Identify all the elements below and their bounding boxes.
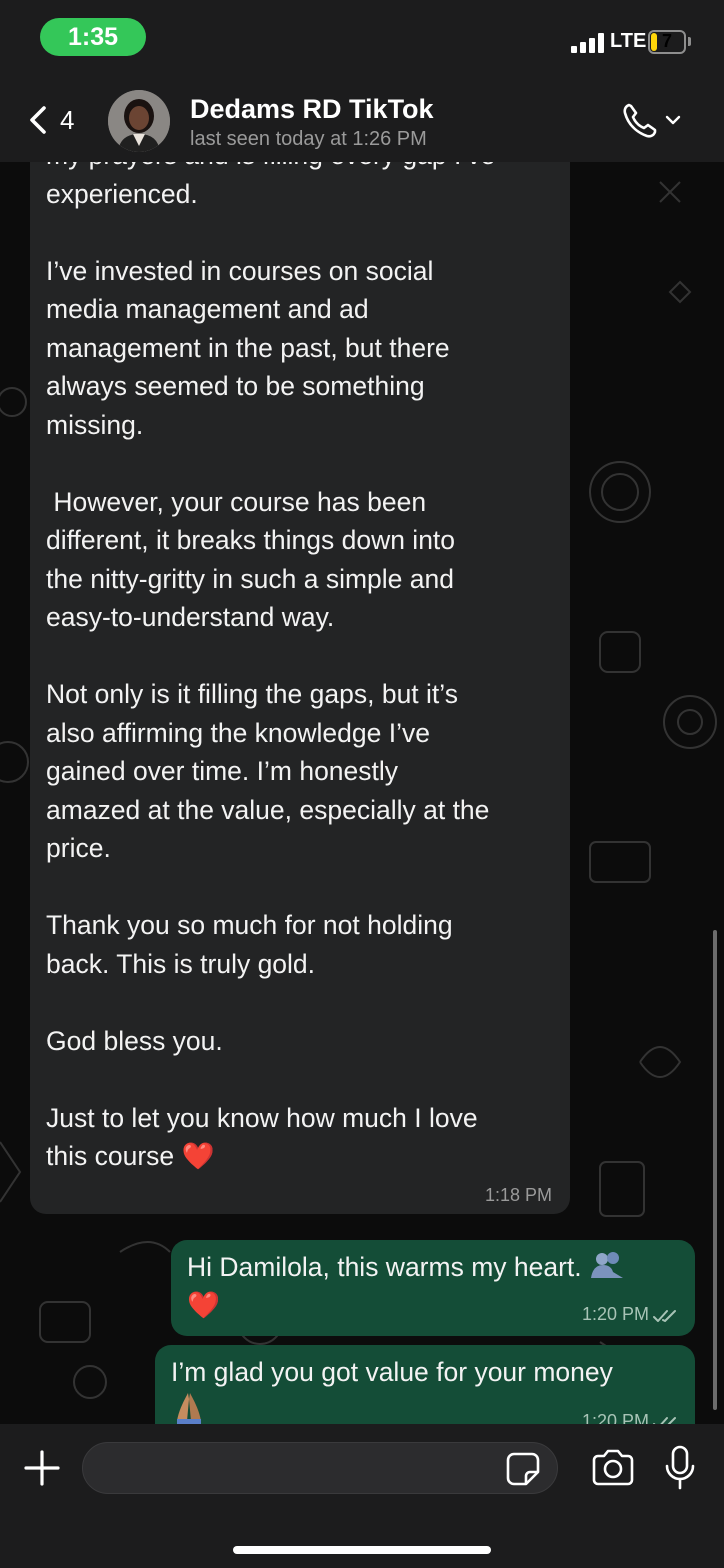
unread-count: 4 xyxy=(60,105,75,135)
message-text-field[interactable] xyxy=(82,1442,558,1494)
call-button[interactable] xyxy=(620,100,690,142)
contact-name[interactable]: Dedams RD TikTok xyxy=(190,94,434,125)
cellular-signal-icon xyxy=(571,33,607,53)
status-time: 1:35 xyxy=(40,18,146,56)
avatar[interactable] xyxy=(108,90,170,152)
message-body: my prayers and is filling every gap I’ve… xyxy=(46,162,495,1171)
camera-icon[interactable] xyxy=(590,1448,636,1488)
back-button[interactable]: 4 xyxy=(18,98,88,142)
chevron-down-icon xyxy=(665,115,681,125)
message-timestamp: 1:20 PM xyxy=(581,1411,649,1424)
people-hugging-emoji xyxy=(591,1252,624,1278)
last-seen-status: last seen today at 1:26 PM xyxy=(190,128,427,150)
outgoing-message-bubble[interactable]: I’m glad you got value for your money 1:… xyxy=(155,1345,695,1424)
home-indicator[interactable] xyxy=(233,1546,491,1554)
folded-hands-emoji xyxy=(177,1393,201,1424)
battery-icon: 7 xyxy=(648,30,686,54)
message-timestamp: 1:18 PM xyxy=(484,1185,552,1205)
message-text: my prayers and is filling every gap I’ve… xyxy=(46,162,558,1177)
message-text: Hi Damilola, this warms my heart. ❤️ xyxy=(187,1248,625,1325)
message-timestamp: 1:20 PM xyxy=(581,1304,649,1324)
plus-icon[interactable] xyxy=(22,1448,62,1488)
chevron-left-icon xyxy=(30,106,46,134)
network-type: LTE xyxy=(610,30,647,52)
battery-percent: 7 xyxy=(661,31,672,51)
scrollbar[interactable] xyxy=(713,930,717,1410)
double-check-read-icon xyxy=(653,1417,676,1424)
battery-tip xyxy=(688,37,691,46)
avatar-photo xyxy=(108,90,170,152)
outgoing-message-bubble[interactable]: Hi Damilola, this warms my heart. ❤️ 1:2… xyxy=(171,1240,695,1336)
sticker-icon[interactable] xyxy=(504,1450,542,1488)
status-bar: 1:35 LTE 7 xyxy=(0,0,724,78)
double-check-read-icon xyxy=(653,1310,676,1322)
message-text: I’m glad you got value for your money xyxy=(171,1353,613,1424)
heart-emoji: ❤️ xyxy=(181,1141,215,1172)
chat-header: 4 Dedams RD TikTok last seen today at 1:… xyxy=(0,78,724,163)
incoming-message-bubble[interactable]: my prayers and is filling every gap I’ve… xyxy=(30,162,570,1214)
chat-messages-area[interactable]: my prayers and is filling every gap I’ve… xyxy=(0,162,724,1424)
message-body: Hi Damilola, this warms my heart. xyxy=(187,1252,582,1282)
message-input-bar xyxy=(0,1424,724,1568)
message-body: I’m glad you got value for your money xyxy=(171,1357,613,1387)
microphone-icon[interactable] xyxy=(664,1444,696,1492)
heart-emoji: ❤️ xyxy=(187,1290,220,1321)
